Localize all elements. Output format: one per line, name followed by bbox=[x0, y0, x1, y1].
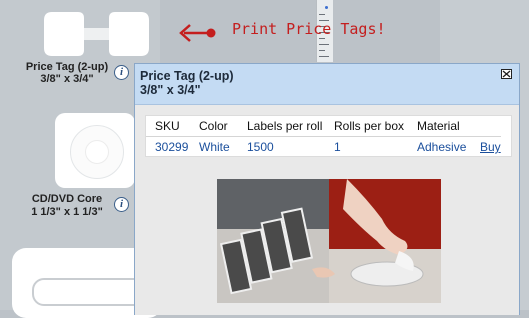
price-tag-size: 3/8" x 3/4" bbox=[40, 73, 94, 85]
close-button[interactable] bbox=[501, 69, 512, 79]
rolls-per-box-cell: 1 bbox=[334, 140, 341, 154]
color-cell: White bbox=[199, 140, 230, 154]
table-row: 30299 White 1500 1 Adhesive Buy bbox=[146, 137, 501, 158]
ruler-marker-icon bbox=[325, 6, 328, 9]
buy-link[interactable]: Buy bbox=[480, 140, 501, 154]
cd-core-name[interactable]: CD/DVD Core bbox=[8, 193, 126, 206]
price-tag-thumbnail[interactable] bbox=[44, 12, 149, 56]
popup-body: SKU Color Labels per roll Rolls per box … bbox=[135, 105, 519, 315]
left-arrow-icon bbox=[179, 24, 216, 42]
info-icon[interactable]: i bbox=[114, 197, 129, 212]
table-header-row: SKU Color Labels per roll Rolls per box … bbox=[146, 116, 501, 137]
print-price-tags-link[interactable]: Print Price Tags! bbox=[232, 20, 386, 38]
column-header: Labels per roll bbox=[247, 116, 334, 137]
column-header: Rolls per box bbox=[334, 116, 417, 137]
product-photo bbox=[217, 179, 441, 303]
sku-cell: 30299 bbox=[155, 140, 189, 154]
spec-table: SKU Color Labels per roll Rolls per box … bbox=[145, 115, 512, 157]
popup-header: Price Tag (2-up) 3/8" x 3/4" bbox=[135, 64, 519, 105]
product-popup: Price Tag (2-up) 3/8" x 3/4" SKU Color L… bbox=[134, 63, 520, 315]
column-header: Material bbox=[417, 116, 480, 137]
info-icon[interactable]: i bbox=[114, 65, 129, 80]
column-header: Color bbox=[199, 116, 247, 137]
cd-hole-shape bbox=[85, 140, 109, 164]
column-header: SKU bbox=[146, 116, 199, 137]
column-header-empty bbox=[480, 116, 501, 137]
popup-title: Price Tag (2-up) bbox=[140, 69, 234, 83]
material-cell: Adhesive bbox=[417, 140, 467, 154]
labels-per-roll-cell: 1500 bbox=[247, 140, 274, 154]
cd-core-size: 1 1/3" x 1 1/3" bbox=[31, 206, 103, 218]
close-icon bbox=[502, 70, 511, 78]
popup-subtitle: 3/8" x 3/4" bbox=[140, 83, 201, 97]
